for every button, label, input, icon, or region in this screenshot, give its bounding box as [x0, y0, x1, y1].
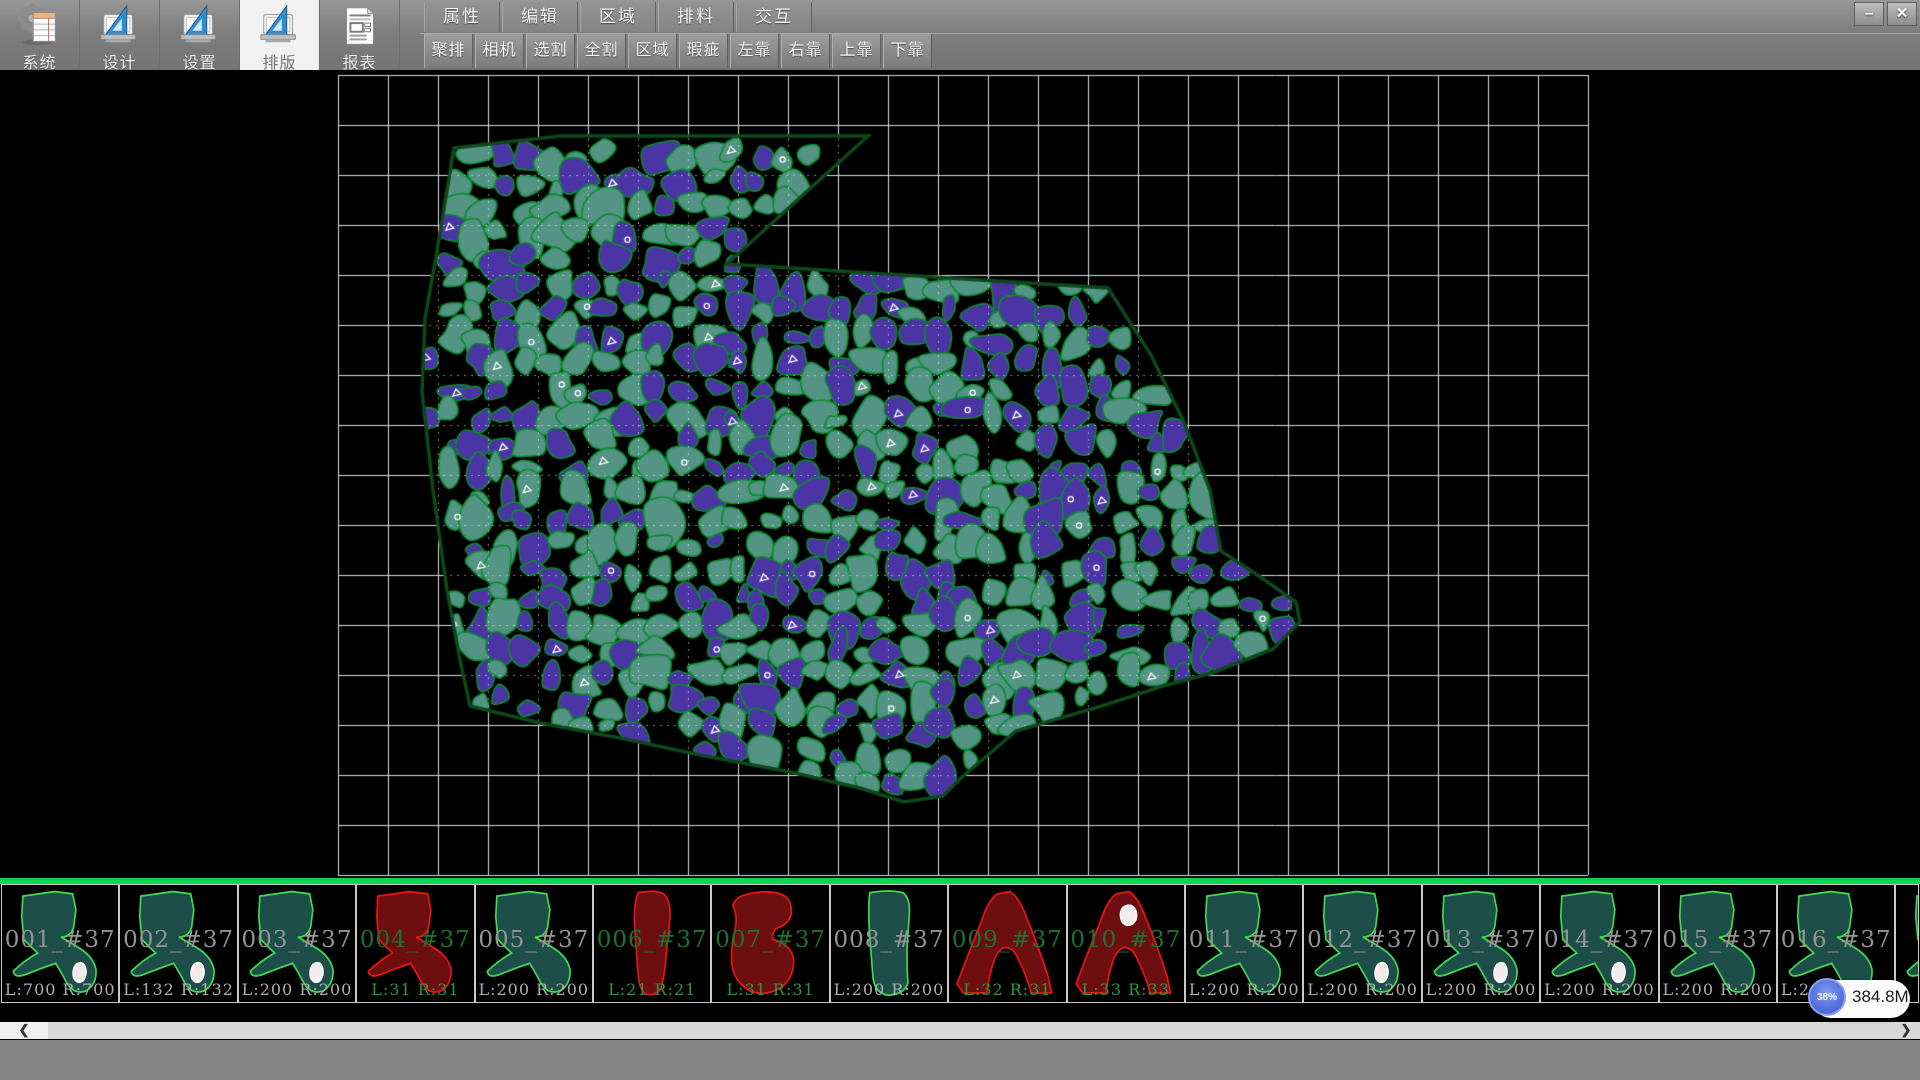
part-id-label: 009_#37: [949, 927, 1065, 953]
part-thumbnail-14[interactable]: 014_#37 L:200 R:200: [1540, 884, 1658, 1003]
window-controls: – ✕: [1851, 2, 1917, 26]
part-thumbnail-5[interactable]: 005_#37 L:200 R:200: [475, 884, 593, 1003]
tool-bar: 聚排相机选割全割区域瑕疵左靠右靠上靠下靠: [424, 34, 934, 68]
top-toolbar: 系统 设计 设置 排版 报表 属性编辑区域排料交互 聚排相机选割全割区域: [0, 0, 1920, 70]
nav-item-1[interactable]: 系统: [0, 0, 80, 70]
report-icon: [337, 3, 383, 49]
bottom-status-bar: [0, 1040, 1920, 1080]
part-id-label: 004_#37: [357, 927, 473, 953]
part-id-label: 016_#37: [1778, 927, 1894, 953]
system-icon: [17, 3, 63, 49]
tool-button-5[interactable]: 区域: [628, 34, 677, 68]
part-thumbnail-8[interactable]: 008_#37 L:200 R:200: [830, 884, 948, 1003]
tool-button-8[interactable]: 右靠: [781, 34, 830, 68]
nav-item-4[interactable]: 排版: [240, 0, 320, 70]
tool-button-7[interactable]: 左靠: [730, 34, 779, 68]
part-thumbnail-1[interactable]: 001_#37 L:700 R:700: [1, 884, 119, 1003]
part-id-label: 003_#37: [239, 927, 355, 953]
part-lr-label: L:33 R:33: [1068, 980, 1184, 999]
nav-item-5[interactable]: 报表: [320, 0, 400, 70]
scroll-left-button[interactable]: ❮: [0, 1022, 48, 1039]
part-id-label: 014_#37: [1541, 927, 1657, 953]
nesting-canvas[interactable]: [0, 70, 1920, 878]
menu-tab-5[interactable]: 交互: [736, 2, 812, 32]
menu-tab-2[interactable]: 编辑: [502, 2, 578, 32]
part-id-label: 012_#37: [1304, 927, 1420, 953]
part-id-label: 001_#37: [2, 927, 118, 953]
part-thumbnail-4[interactable]: 004_#37 L:31 R:31: [356, 884, 474, 1003]
parts-strip: 001_#37 L:700 R:700 002_#37 L:132 R:132 00…: [0, 884, 1920, 1004]
part-thumbnail-9[interactable]: 009_#37 L:32 R:31: [948, 884, 1066, 1003]
part-lr-label: L:200 R:200: [239, 980, 355, 999]
memory-value: 384.8M: [1852, 978, 1909, 1016]
part-lr-label: L:700 R:700: [2, 980, 118, 999]
cad-icon: [97, 3, 143, 49]
part-lr-label: L:200 R:200: [1541, 980, 1657, 999]
part-thumbnail-7[interactable]: 007_#37 L:31 R:31: [711, 884, 829, 1003]
nav-item-2[interactable]: 设计: [80, 0, 160, 70]
cad-icon: [257, 3, 303, 49]
part-thumbnail-6[interactable]: 006_#37 L:21 R:21: [593, 884, 711, 1003]
menu-tab-1[interactable]: 属性: [424, 2, 500, 32]
part-lr-label: L:31 R:31: [357, 980, 473, 999]
part-lr-label: L:200 R:200: [476, 980, 592, 999]
part-lr-label: L:31 R:31: [712, 980, 828, 999]
part-lr-label: L:21 R:21: [594, 980, 710, 999]
part-lr-label: L:32 R:31: [949, 980, 1065, 999]
part-id-label: 015_#37: [1660, 927, 1776, 953]
memory-badge[interactable]: 38% 384.8M: [1808, 978, 1912, 1020]
part-lr-label: L:132 R:132: [120, 980, 236, 999]
cpu-percent-badge: 38%: [1808, 978, 1846, 1016]
part-lr-label: L:200 R:200: [1660, 980, 1776, 999]
horizontal-scrollbar[interactable]: ❮ ❯: [0, 1022, 1920, 1039]
part-id-label: 002_#37: [120, 927, 236, 953]
tool-button-9[interactable]: 上靠: [832, 34, 881, 68]
tool-button-10[interactable]: 下靠: [883, 34, 932, 68]
part-lr-label: L:200 R:200: [1304, 980, 1420, 999]
main-nav: 系统 设计 设置 排版 报表: [0, 0, 400, 70]
part-id-label: 008_#37: [831, 927, 947, 953]
part-thumbnail-12[interactable]: 012_#37 L:200 R:200: [1303, 884, 1421, 1003]
part-id-label: 005_#37: [476, 927, 592, 953]
menu-tab-3[interactable]: 区域: [580, 2, 656, 32]
cad-icon: [177, 3, 223, 49]
part-id-label: 010_#37: [1068, 927, 1184, 953]
menu-tab-4[interactable]: 排料: [658, 2, 734, 32]
part-thumbnail-3[interactable]: 003_#37 L:200 R:200: [238, 884, 356, 1003]
tool-button-4[interactable]: 全割: [577, 34, 626, 68]
menu-tab-bar: 属性编辑区域排料交互: [424, 2, 814, 32]
nav-item-3[interactable]: 设置: [160, 0, 240, 70]
tool-button-3[interactable]: 选割: [526, 34, 575, 68]
scroll-right-button[interactable]: ❯: [1896, 1022, 1916, 1039]
tool-button-6[interactable]: 瑕疵: [679, 34, 728, 68]
part-id-label: 011_#37: [1186, 927, 1302, 953]
part-thumbnail-10[interactable]: 010_#37 L:33 R:33: [1067, 884, 1185, 1003]
minimize-button[interactable]: –: [1854, 2, 1884, 26]
part-thumbnail-13[interactable]: 013_#37 L:200 R:200: [1422, 884, 1540, 1003]
part-thumbnail-11[interactable]: 011_#37 L:200 R:200: [1185, 884, 1303, 1003]
part-lr-label: L:200 R:200: [831, 980, 947, 999]
part-thumbnail-2[interactable]: 002_#37 L:132 R:132: [119, 884, 237, 1003]
part-id-label: 006_#37: [594, 927, 710, 953]
part-lr-label: L:200 R:200: [1186, 980, 1302, 999]
app-window: 系统 设计 设置 排版 报表 属性编辑区域排料交互 聚排相机选割全割区域: [0, 0, 1920, 1080]
part-id-label: 013_#37: [1423, 927, 1539, 953]
tool-button-1[interactable]: 聚排: [424, 34, 473, 68]
part-lr-label: L:200 R:200: [1423, 980, 1539, 999]
part-id-label: 007_#37: [712, 927, 828, 953]
close-button[interactable]: ✕: [1887, 2, 1917, 26]
part-thumbnail-15[interactable]: 015_#37 L:200 R:200: [1659, 884, 1777, 1003]
tool-button-2[interactable]: 相机: [475, 34, 524, 68]
